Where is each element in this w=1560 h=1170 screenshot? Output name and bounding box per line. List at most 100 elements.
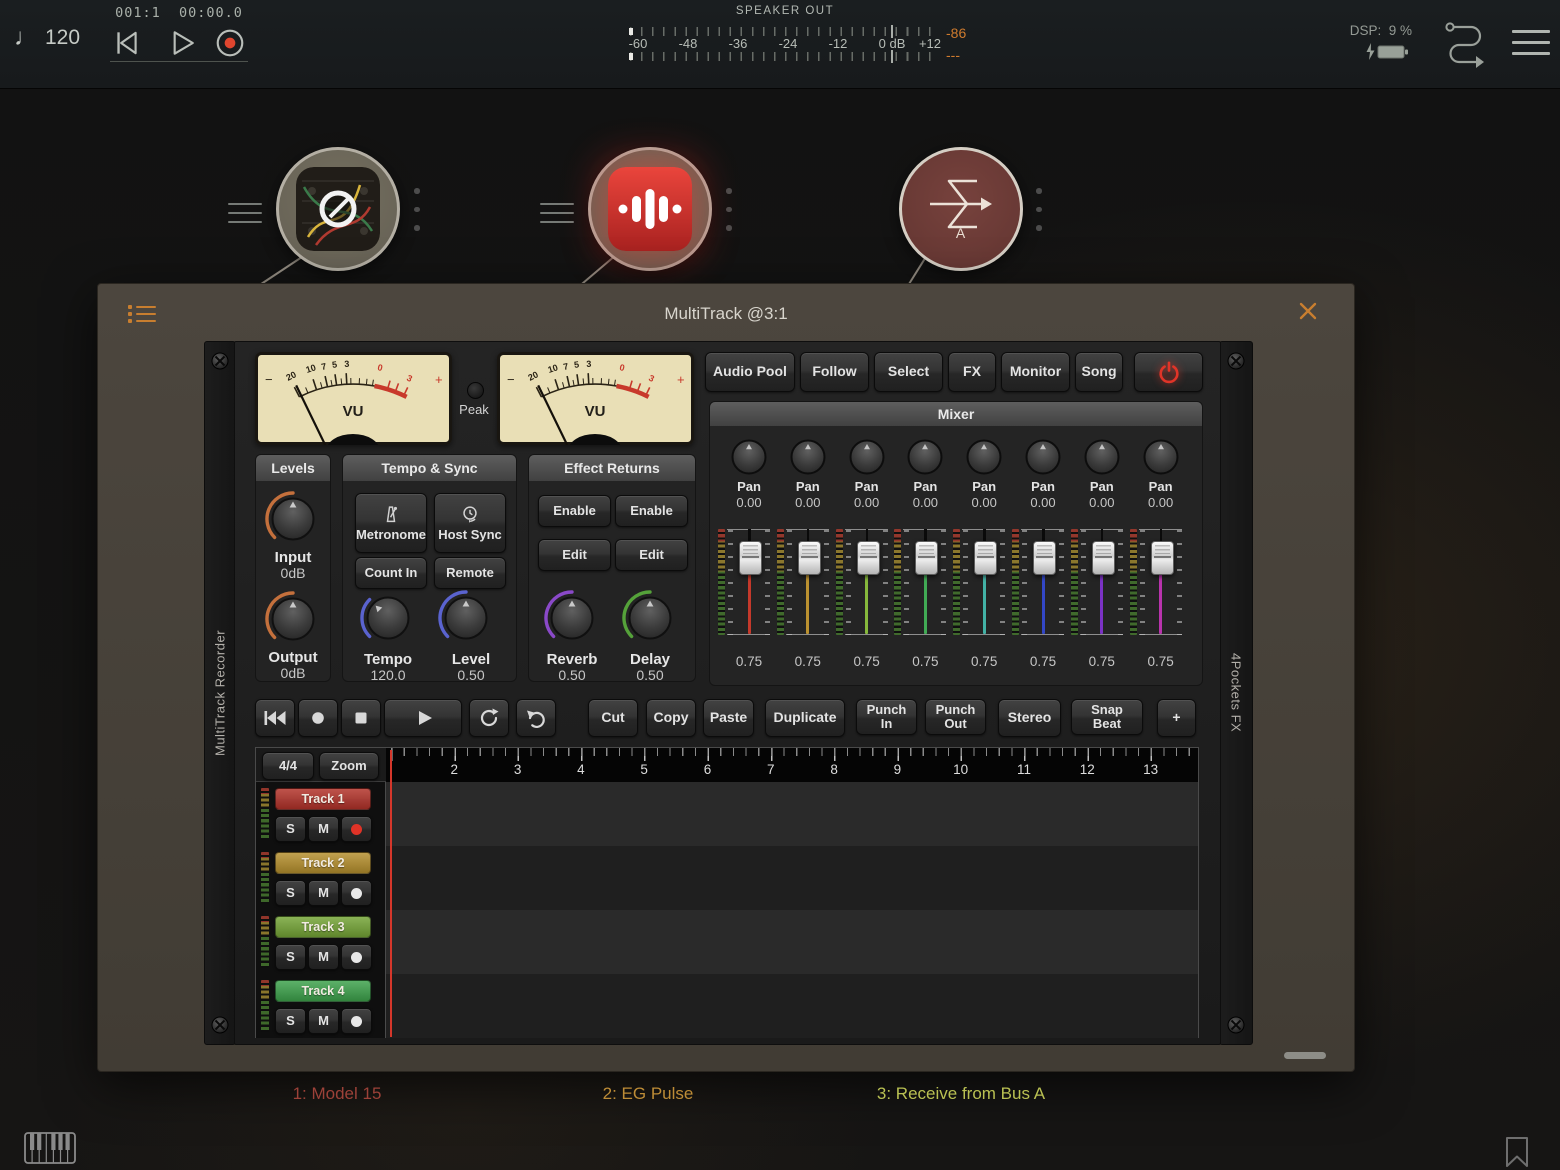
fader-cap[interactable] xyxy=(1092,541,1115,575)
mt-record-button[interactable] xyxy=(298,699,338,737)
pan-knob[interactable] xyxy=(788,437,828,477)
channel-fader[interactable] xyxy=(896,529,954,636)
tempo-knob[interactable] xyxy=(358,588,418,648)
track-name-button[interactable]: Track 4 xyxy=(275,980,371,1002)
fader-cap[interactable] xyxy=(857,541,880,575)
bookmark-icon[interactable] xyxy=(1504,1136,1530,1168)
mute-button[interactable]: M xyxy=(308,1008,339,1034)
time-sig-button[interactable]: 4/4 xyxy=(262,752,314,780)
close-icon[interactable] xyxy=(1298,301,1318,321)
mt-rewind-button[interactable] xyxy=(255,699,295,737)
delay-knob[interactable] xyxy=(620,588,680,648)
play-button[interactable] xyxy=(164,27,196,59)
node1-menu-dots[interactable] xyxy=(414,175,420,244)
menu-icon[interactable] xyxy=(1512,28,1550,58)
remote-button[interactable]: Remote xyxy=(434,557,506,589)
fader-cap[interactable] xyxy=(798,541,821,575)
node-egpulse[interactable] xyxy=(588,147,712,271)
count-in-button[interactable]: Count In xyxy=(355,557,427,589)
mute-button[interactable]: M xyxy=(308,944,339,970)
channel-fader[interactable] xyxy=(955,529,1013,636)
record-button[interactable] xyxy=(214,27,246,59)
solo-button[interactable]: S xyxy=(275,816,306,842)
node2-menu-dots[interactable] xyxy=(726,175,732,244)
follow-button[interactable]: Follow xyxy=(800,352,869,392)
mt-stop-button[interactable] xyxy=(341,699,381,737)
record-arm-button[interactable] xyxy=(341,944,372,970)
fader-cap[interactable] xyxy=(915,541,938,575)
solo-button[interactable]: S xyxy=(275,880,306,906)
snap-beat-button[interactable]: Snap Beat xyxy=(1071,699,1143,735)
channel-fader[interactable] xyxy=(1014,529,1072,636)
copy-button[interactable]: Copy xyxy=(646,699,696,737)
audio-pool-button[interactable]: Audio Pool xyxy=(705,352,795,392)
channel-fader[interactable] xyxy=(838,529,896,636)
node1-input-menu-icon[interactable] xyxy=(228,196,262,230)
pan-knob[interactable] xyxy=(1141,437,1181,477)
fx-button[interactable]: FX xyxy=(948,352,996,392)
paste-button[interactable]: Paste xyxy=(703,699,754,737)
monitor-button[interactable]: Monitor xyxy=(1001,352,1070,392)
signal-routing-icon[interactable] xyxy=(1443,20,1489,68)
solo-button[interactable]: S xyxy=(275,944,306,970)
pan-knob[interactable] xyxy=(1082,437,1122,477)
channel-fader[interactable] xyxy=(1132,529,1190,636)
mute-button[interactable]: M xyxy=(308,816,339,842)
metronome-button[interactable]: Metronome xyxy=(355,493,427,553)
arrange-grid[interactable] xyxy=(386,782,1198,1038)
playhead[interactable] xyxy=(390,750,392,1037)
node2-input-menu-icon[interactable] xyxy=(540,196,574,230)
channel-fader[interactable] xyxy=(779,529,837,636)
track-name-button[interactable]: Track 1 xyxy=(275,788,371,810)
punch-in-button[interactable]: Punch In xyxy=(856,699,917,735)
host-sync-button[interactable]: Host Sync xyxy=(434,493,506,553)
node-bus-receive[interactable]: A xyxy=(899,147,1023,271)
reverb-edit-button[interactable]: Edit xyxy=(538,539,611,571)
stereo-button[interactable]: Stereo xyxy=(998,699,1061,737)
power-button[interactable] xyxy=(1134,352,1203,392)
level-knob[interactable] xyxy=(436,588,496,648)
song-button[interactable]: Song xyxy=(1075,352,1123,392)
delay-edit-button[interactable]: Edit xyxy=(615,539,688,571)
solo-button[interactable]: S xyxy=(275,1008,306,1034)
channel-fader[interactable] xyxy=(1073,529,1131,636)
pan-knob[interactable] xyxy=(905,437,945,477)
speaker-out-meter[interactable]: -60-48-36-24-120 dB+12 xyxy=(630,24,940,62)
reverb-knob[interactable] xyxy=(542,588,602,648)
bar-number: 7 xyxy=(767,762,775,777)
window-resize-handle[interactable] xyxy=(1284,1052,1326,1059)
select-button[interactable]: Select xyxy=(874,352,943,392)
node-model15[interactable] xyxy=(276,147,400,271)
input-knob[interactable] xyxy=(263,489,323,549)
mt-play-button[interactable] xyxy=(384,699,462,737)
track-name-button[interactable]: Track 2 xyxy=(275,852,371,874)
zoom-button[interactable]: Zoom xyxy=(319,752,379,780)
reverb-enable-button[interactable]: Enable xyxy=(538,495,611,527)
duplicate-button[interactable]: Duplicate xyxy=(765,699,845,737)
mt-loop-button[interactable] xyxy=(469,699,509,737)
node3-menu-dots[interactable] xyxy=(1036,175,1042,244)
pan-knob[interactable] xyxy=(729,437,769,477)
punch-out-button[interactable]: Punch Out xyxy=(925,699,986,735)
record-arm-button[interactable] xyxy=(341,880,372,906)
fader-cap[interactable] xyxy=(974,541,997,575)
tempo-display[interactable]: ♩ 120 xyxy=(14,26,80,50)
record-arm-button[interactable] xyxy=(341,816,372,842)
channel-fader[interactable] xyxy=(720,529,778,636)
output-knob[interactable] xyxy=(263,589,323,649)
cut-button[interactable]: Cut xyxy=(588,699,638,737)
pan-knob[interactable] xyxy=(847,437,887,477)
pan-knob[interactable] xyxy=(964,437,1004,477)
rewind-to-start-button[interactable] xyxy=(110,27,142,59)
keyboard-icon[interactable] xyxy=(24,1132,76,1164)
add-button[interactable]: + xyxy=(1157,699,1196,737)
delay-enable-button[interactable]: Enable xyxy=(615,495,688,527)
mute-button[interactable]: M xyxy=(308,880,339,906)
track-name-button[interactable]: Track 3 xyxy=(275,916,371,938)
pan-knob[interactable] xyxy=(1023,437,1063,477)
fader-cap[interactable] xyxy=(1151,541,1174,575)
mt-undo-button[interactable] xyxy=(516,699,556,737)
fader-cap[interactable] xyxy=(739,541,762,575)
fader-cap[interactable] xyxy=(1033,541,1056,575)
record-arm-button[interactable] xyxy=(341,1008,372,1034)
